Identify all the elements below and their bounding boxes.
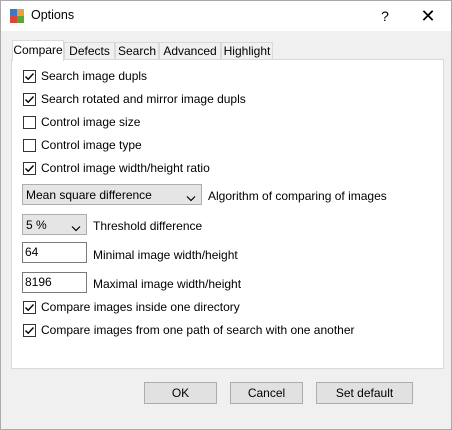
min-size-label: Minimal image width/height xyxy=(93,248,238,262)
checkbox[interactable] xyxy=(23,115,36,129)
help-button[interactable]: ? xyxy=(373,3,397,29)
control-image-type-option[interactable]: Control image type xyxy=(23,137,142,153)
checkbox-label: Control image width/height ratio xyxy=(41,161,210,175)
ok-button[interactable]: OK xyxy=(144,382,217,404)
checkbox-label: Search image dupls xyxy=(41,69,148,83)
tab-defects[interactable]: Defects xyxy=(64,42,115,60)
search-image-dupls-option[interactable]: Search image dupls xyxy=(23,68,147,84)
checkbox[interactable] xyxy=(23,161,36,175)
options-window: Options ? ✕ Compare Defects Search Advan… xyxy=(0,0,452,430)
close-button[interactable]: ✕ xyxy=(411,3,445,29)
checkbox-label: Control image size xyxy=(41,115,141,129)
control-ratio-option[interactable]: Control image width/height ratio xyxy=(23,160,210,176)
algorithm-label: Algorithm of comparing of images xyxy=(208,189,387,203)
max-size-input[interactable]: 8196 xyxy=(22,272,87,293)
compare-inside-directory-option[interactable]: Compare images inside one directory xyxy=(23,299,240,315)
checkbox-label: Compare images inside one directory xyxy=(41,300,240,314)
checkbox[interactable] xyxy=(23,323,36,337)
tab-search[interactable]: Search xyxy=(115,42,159,60)
cancel-button[interactable]: Cancel xyxy=(230,382,303,404)
checkbox[interactable] xyxy=(23,300,36,314)
app-icon xyxy=(10,9,24,23)
checkbox-label: Search rotated and mirror image dupls xyxy=(41,92,246,106)
window-title: Options xyxy=(31,8,75,22)
set-default-button[interactable]: Set default xyxy=(316,382,413,404)
min-size-input[interactable]: 64 xyxy=(22,242,87,263)
threshold-label: Threshold difference xyxy=(93,219,203,233)
compare-same-path-option[interactable]: Compare images from one path of search w… xyxy=(23,322,355,338)
checkbox-label: Control image type xyxy=(41,138,142,152)
checkbox[interactable] xyxy=(23,138,36,152)
tab-advanced[interactable]: Advanced xyxy=(159,42,221,60)
checkbox[interactable] xyxy=(23,69,36,83)
chevron-down-icon xyxy=(71,221,81,235)
algorithm-value: Mean square difference xyxy=(26,187,152,202)
chevron-down-icon xyxy=(186,191,196,205)
control-image-size-option[interactable]: Control image size xyxy=(23,114,140,130)
checkbox-label: Compare images from one path of search w… xyxy=(41,323,355,337)
search-rotated-mirror-option[interactable]: Search rotated and mirror image dupls xyxy=(23,91,246,107)
tab-compare[interactable]: Compare xyxy=(12,40,64,61)
max-size-label: Maximal image width/height xyxy=(93,277,242,291)
tab-highlight[interactable]: Highlight xyxy=(221,42,273,60)
threshold-select[interactable]: 5 % xyxy=(22,214,87,235)
title-bar: Options ? ✕ xyxy=(1,1,451,31)
checkbox[interactable] xyxy=(23,92,36,106)
algorithm-select[interactable]: Mean square difference xyxy=(22,184,202,205)
threshold-value: 5 % xyxy=(26,217,47,232)
